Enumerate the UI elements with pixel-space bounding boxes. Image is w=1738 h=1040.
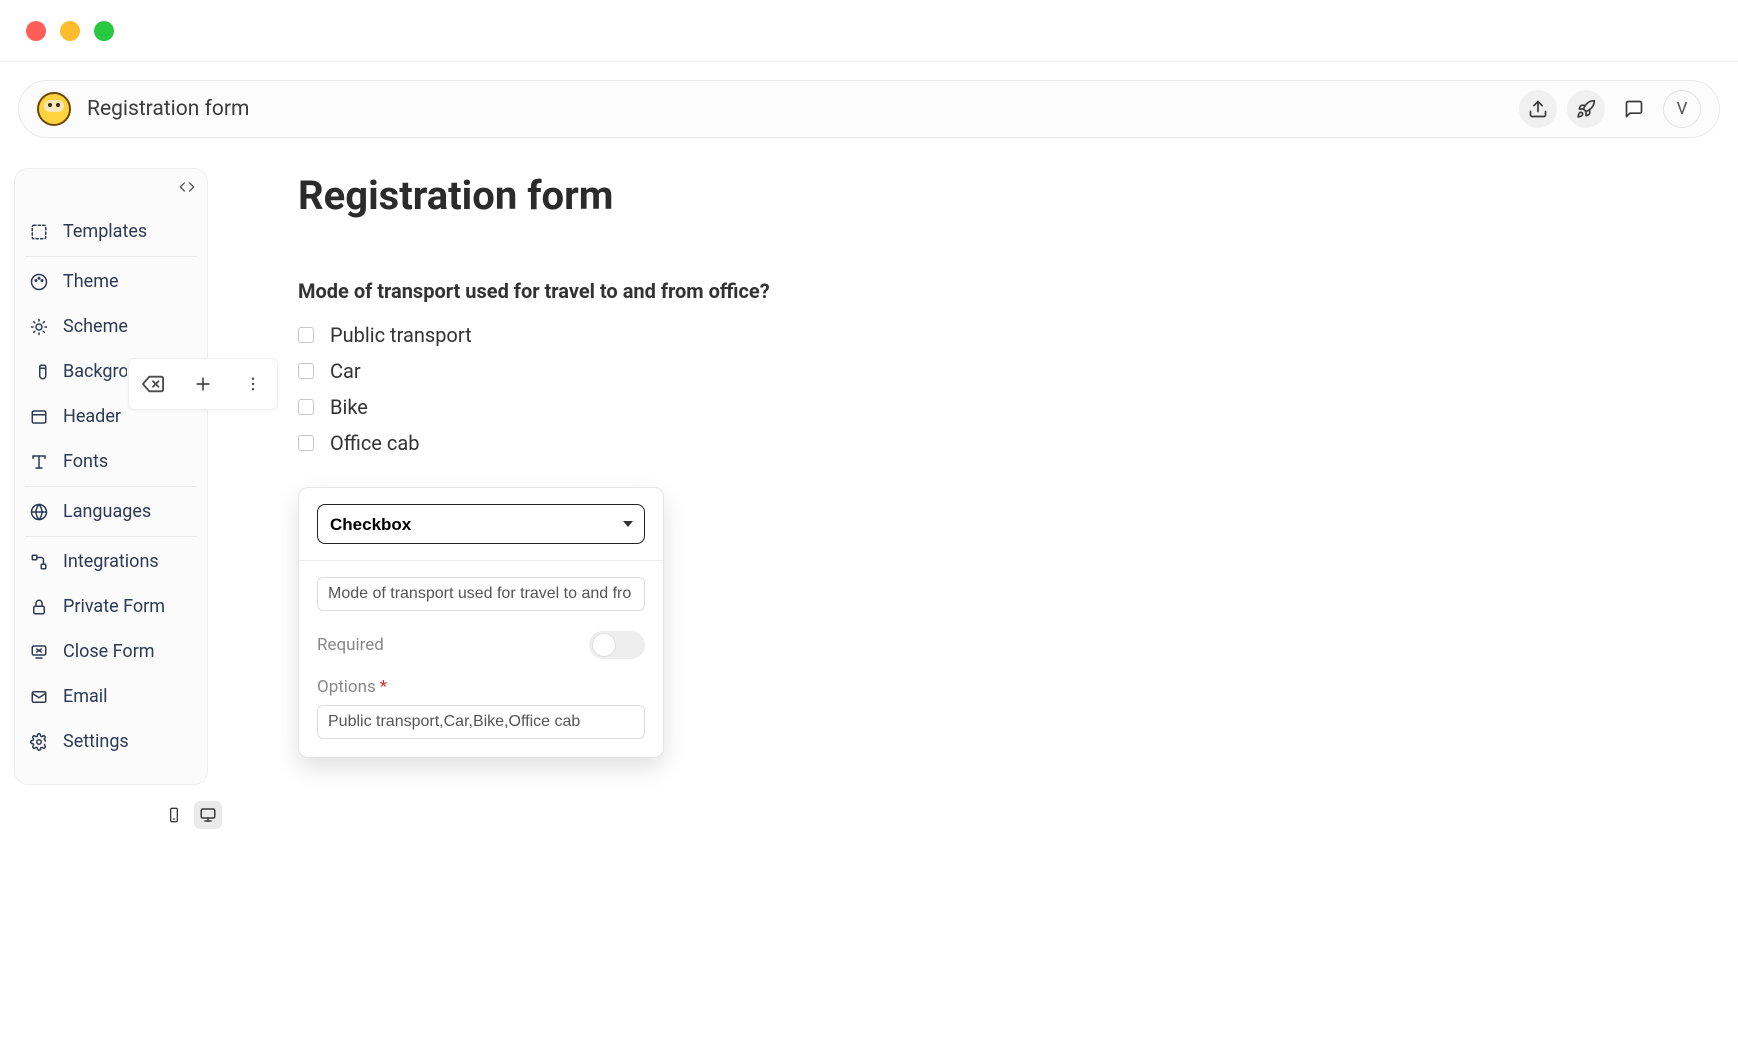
field-editor-panel: Checkbox Required Options*: [298, 487, 664, 758]
monitor-x-icon: [29, 642, 49, 662]
desktop-preview-button[interactable]: [194, 801, 222, 829]
checkbox-icon[interactable]: [298, 327, 314, 343]
question-text-input[interactable]: [317, 577, 645, 611]
templates-icon: [29, 222, 49, 242]
sidebar-item-label: Close Form: [63, 641, 155, 662]
checkbox-icon[interactable]: [298, 363, 314, 379]
checkbox-option[interactable]: Office cab: [298, 425, 1738, 461]
more-vertical-icon: [244, 375, 262, 393]
sidebar-collapse-button[interactable]: [179, 179, 195, 199]
question-label[interactable]: Mode of transport used for travel to and…: [298, 279, 1738, 303]
sidebar-divider: [25, 536, 197, 537]
mobile-icon: [166, 807, 182, 823]
window-minimize-button[interactable]: [60, 21, 80, 41]
sidebar-item-close-form[interactable]: Close Form: [25, 629, 197, 674]
options-label: Options*: [317, 677, 387, 697]
sidebar-item-label: Theme: [63, 271, 119, 292]
plus-icon: [193, 374, 213, 394]
sidebar-item-label: Header: [63, 406, 121, 427]
option-label: Bike: [330, 395, 368, 419]
form-canvas: Registration form Mode of transport used…: [224, 168, 1738, 829]
upload-button[interactable]: [1519, 90, 1557, 128]
checkbox-option[interactable]: Car: [298, 353, 1738, 389]
sidebar-item-label: Templates: [63, 221, 147, 242]
comment-button[interactable]: [1615, 90, 1653, 128]
option-label: Public transport: [330, 323, 472, 347]
sidebar-divider: [25, 256, 197, 257]
mail-icon: [29, 687, 49, 707]
device-preview-switch: [14, 795, 224, 829]
sidebar-item-label: Fonts: [63, 451, 108, 472]
launch-button[interactable]: [1567, 90, 1605, 128]
globe-icon: [29, 502, 49, 522]
upload-icon: [1528, 99, 1548, 119]
option-label: Car: [330, 359, 361, 383]
checkbox-options-list: Public transport Car Bike Office cab: [298, 317, 1738, 461]
sun-icon: [29, 317, 49, 337]
sidebar-item-languages[interactable]: Languages: [25, 489, 197, 534]
option-label: Office cab: [330, 431, 419, 455]
palette-icon: [29, 272, 49, 292]
app-logo-icon: [37, 92, 71, 126]
block-action-toolbar: [128, 358, 278, 410]
sidebar-item-label: Private Form: [63, 596, 165, 617]
sidebar-item-fonts[interactable]: Fonts: [25, 439, 197, 484]
mobile-preview-button[interactable]: [160, 801, 188, 829]
checkbox-icon[interactable]: [298, 399, 314, 415]
sidebar: Templates Theme Scheme Backgro: [14, 168, 208, 785]
sidebar-item-private-form[interactable]: Private Form: [25, 584, 197, 629]
required-label: Required: [317, 635, 384, 655]
sidebar-divider: [25, 486, 197, 487]
lock-icon: [29, 597, 49, 617]
checkbox-option[interactable]: Bike: [298, 389, 1738, 425]
comment-icon: [1624, 99, 1644, 119]
app-header: Registration form V: [18, 80, 1720, 138]
rocket-icon: [1576, 99, 1596, 119]
sidebar-item-templates[interactable]: Templates: [25, 209, 197, 254]
backspace-icon: [142, 373, 164, 395]
options-text-input[interactable]: [317, 705, 645, 739]
window-titlebar: [0, 0, 1738, 62]
sidebar-item-label: Languages: [63, 501, 151, 522]
checkbox-option[interactable]: Public transport: [298, 317, 1738, 353]
header-title: Registration form: [87, 97, 249, 121]
type-icon: [29, 452, 49, 472]
delete-block-button[interactable]: [139, 370, 167, 398]
sidebar-item-integrations[interactable]: Integrations: [25, 539, 197, 584]
paint-icon: [29, 362, 49, 382]
sidebar-item-email[interactable]: Email: [25, 674, 197, 719]
gear-icon: [29, 732, 49, 752]
sidebar-item-theme[interactable]: Theme: [25, 259, 197, 304]
checkbox-icon[interactable]: [298, 435, 314, 451]
sidebar-item-scheme[interactable]: Scheme: [25, 304, 197, 349]
code-icon: [179, 179, 195, 195]
form-title[interactable]: Registration form: [298, 172, 1738, 219]
add-block-button[interactable]: [189, 370, 217, 398]
window-close-button[interactable]: [26, 21, 46, 41]
required-toggle[interactable]: [589, 631, 645, 659]
sidebar-item-label: Backgro: [63, 361, 127, 382]
sidebar-item-label: Scheme: [63, 316, 128, 337]
user-initial: V: [1677, 99, 1688, 119]
user-avatar[interactable]: V: [1663, 90, 1701, 128]
window-maximize-button[interactable]: [94, 21, 114, 41]
sidebar-item-label: Integrations: [63, 551, 159, 572]
layout-icon: [29, 407, 49, 427]
sidebar-item-label: Settings: [63, 731, 129, 752]
sidebar-item-label: Email: [63, 686, 108, 707]
field-type-select[interactable]: Checkbox: [317, 504, 645, 544]
network-icon: [29, 552, 49, 572]
sidebar-item-settings[interactable]: Settings: [25, 719, 197, 764]
desktop-icon: [199, 806, 217, 824]
more-actions-button[interactable]: [239, 370, 267, 398]
